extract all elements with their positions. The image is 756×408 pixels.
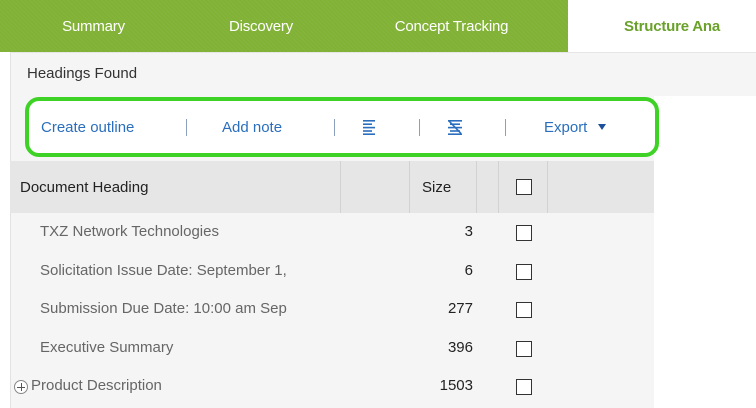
panel-header: Headings Found bbox=[10, 52, 756, 96]
tab-concept-tracking-label: Concept Tracking bbox=[394, 17, 509, 35]
row-heading: Executive Summary bbox=[40, 338, 174, 356]
row-size: 277 bbox=[447, 300, 473, 317]
column-header-size[interactable]: Size bbox=[422, 161, 451, 213]
toolbar-divider bbox=[186, 119, 187, 136]
toolbar-divider bbox=[505, 119, 506, 136]
panel-title: Headings Found bbox=[27, 65, 138, 82]
panel-right-blank bbox=[654, 96, 756, 408]
row-heading: Solicitation Issue Date: September 1, bbox=[40, 261, 287, 279]
table-row[interactable]: Submission Due Date: 10:00 am Sep 277 bbox=[10, 290, 654, 329]
row-checkbox[interactable] bbox=[516, 263, 532, 280]
row-checkbox[interactable] bbox=[516, 302, 532, 318]
column-divider bbox=[340, 161, 341, 213]
caret-down-icon bbox=[598, 124, 607, 130]
row-checkbox[interactable] bbox=[516, 379, 532, 395]
row-size: 3 bbox=[464, 223, 473, 240]
export-label: Export bbox=[544, 118, 588, 136]
table-row[interactable]: Product Description 1503 bbox=[10, 367, 654, 406]
row-size: 396 bbox=[447, 338, 473, 356]
row-checkbox[interactable] bbox=[516, 225, 532, 241]
column-header-heading[interactable]: Document Heading bbox=[20, 161, 148, 213]
tab-concept-tracking[interactable]: Concept Tracking bbox=[335, 0, 568, 52]
tab-discovery-label: Discovery bbox=[228, 17, 294, 35]
headings-toolbar: Create outline Add note Export bbox=[25, 97, 659, 157]
tab-summary-label: Summary bbox=[62, 17, 125, 35]
row-heading: Submission Due Date: 10:00 am Sep bbox=[40, 300, 287, 317]
row-heading: Product Description bbox=[31, 377, 162, 394]
export-dropdown[interactable]: Export bbox=[544, 101, 607, 153]
table-row[interactable]: Executive Summary 396 bbox=[10, 329, 654, 368]
tab-structure-analysis[interactable]: Structure Ana bbox=[568, 0, 756, 52]
expand-plus-icon[interactable] bbox=[14, 380, 28, 394]
create-outline-button[interactable]: Create outline bbox=[41, 101, 134, 153]
table-header: Document Heading Size bbox=[10, 161, 654, 213]
select-all-checkbox[interactable] bbox=[516, 179, 532, 195]
toolbar-divider bbox=[334, 119, 335, 136]
row-size: 6 bbox=[464, 261, 473, 279]
tab-structure-analysis-label: Structure Ana bbox=[624, 17, 721, 35]
row-checkbox[interactable] bbox=[516, 340, 532, 357]
table-row[interactable]: TXZ Network Technologies 3 bbox=[10, 213, 654, 252]
toolbar-divider bbox=[419, 119, 420, 136]
row-size: 1503 bbox=[439, 377, 473, 394]
column-divider bbox=[476, 161, 477, 213]
tab-summary[interactable]: Summary bbox=[0, 0, 187, 52]
table-row[interactable]: Solicitation Issue Date: September 1, 6 bbox=[10, 252, 654, 291]
tab-bar: Summary Discovery Concept Tracking Struc… bbox=[0, 0, 756, 52]
row-heading: TXZ Network Technologies bbox=[40, 223, 219, 240]
add-note-button[interactable]: Add note bbox=[222, 101, 282, 153]
column-divider bbox=[409, 161, 410, 213]
align-left-icon[interactable] bbox=[362, 101, 376, 153]
tab-discovery[interactable]: Discovery bbox=[187, 0, 335, 52]
column-divider bbox=[498, 161, 499, 213]
heading-list: TXZ Network Technologies 3 Solicitation … bbox=[10, 213, 654, 406]
clear-format-icon[interactable] bbox=[447, 101, 463, 153]
column-divider bbox=[547, 161, 548, 213]
